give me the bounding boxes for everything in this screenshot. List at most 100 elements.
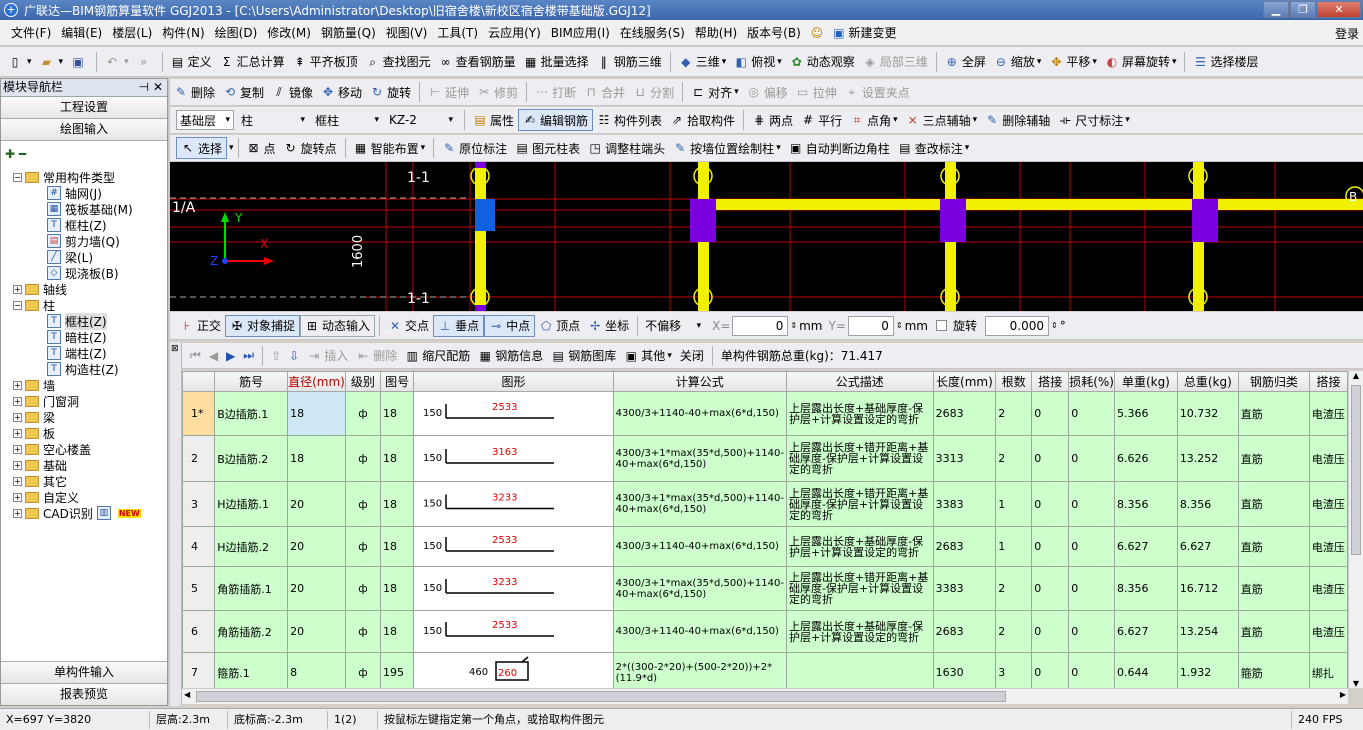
grid-horizontal-scrollbar[interactable]: ◀ ▶ xyxy=(182,688,1348,704)
cell-level[interactable]: ф xyxy=(344,526,381,567)
delete-aux-button[interactable]: ✎ 删除辅轴 xyxy=(981,109,1054,131)
cell-shape[interactable]: 150 3163 xyxy=(413,435,614,482)
tree-item-hidden-column[interactable]: T 暗柱(Z) xyxy=(47,329,107,345)
cell-description[interactable]: 上层露出长度+基础厚度-保护层+计算设置设定的弯折 xyxy=(785,391,934,436)
table-row[interactable]: 3 H边插筋.1 20 ф 18 150 3233 4300/3+1*max(35*d,500… xyxy=(182,481,1348,527)
cell-diameter[interactable]: 20 xyxy=(287,610,346,653)
column-kz-blue[interactable] xyxy=(475,199,495,231)
cell-shape[interactable]: 150 2533 xyxy=(413,391,614,436)
nav-close-icon[interactable]: ✕ xyxy=(153,80,163,94)
top-view-button[interactable]: ◧ 俯视 ▾ xyxy=(730,51,786,73)
x-input[interactable]: 0 xyxy=(732,315,789,336)
cell-formula[interactable]: 4300/3+1*max(35*d,500)+1140-40+max(6*d,1… xyxy=(612,481,787,527)
cell-level[interactable]: ф xyxy=(344,566,381,611)
cell-total-weight[interactable]: 6.627 xyxy=(1176,526,1239,567)
header-cell[interactable]: 钢筋归类 xyxy=(1237,371,1310,392)
collapse-all-icon[interactable]: ━ xyxy=(19,147,26,161)
project-settings-button[interactable]: 工程设置 xyxy=(1,97,167,119)
tree-node-hollow-floor[interactable]: + 空心楼盖 xyxy=(13,441,91,457)
split-button[interactable]: ⊔ 分割 xyxy=(629,81,678,103)
next-record-button[interactable]: ▶ xyxy=(222,345,239,367)
sum-button[interactable]: Σ 汇总计算 xyxy=(216,51,289,73)
table-row[interactable]: 1* B边插筋.1 18 ф 18 150 2533 4300/3+1140-40+max(6… xyxy=(182,391,1348,436)
collapse-icon[interactable]: − xyxy=(13,172,22,182)
ruler-rebar-button[interactable]: ▥ 缩尺配筋 xyxy=(401,345,474,367)
scroll-right-icon[interactable]: ▶ xyxy=(1340,690,1346,699)
ortho-toggle[interactable]: ⊦ 正交 xyxy=(176,315,225,337)
select-dropdown-icon[interactable]: ▾ xyxy=(229,143,234,153)
by-wall-button[interactable]: ✎ 按墙位置绘制柱 ▾ xyxy=(669,137,785,159)
undo-button[interactable]: ↶ ▾ xyxy=(101,51,133,73)
menu-modify[interactable]: 修改(M) xyxy=(262,24,316,41)
column-purple-2[interactable] xyxy=(940,199,966,242)
pan-button[interactable]: ✥ 平移 ▾ xyxy=(1045,51,1101,73)
tree-item-axisnet[interactable]: # 轴网(J) xyxy=(47,185,102,201)
cell-total-weight[interactable]: 16.712 xyxy=(1176,566,1239,611)
cell-category[interactable]: 直筋 xyxy=(1237,610,1310,653)
cell-lap-type[interactable]: 电渣压 xyxy=(1308,391,1348,436)
open-file-button[interactable]: ▰ ▾ xyxy=(36,51,68,73)
scroll-down-icon[interactable]: ▼ xyxy=(1349,679,1363,688)
tree-item-kz-selected[interactable]: T 框柱(Z) xyxy=(47,312,107,330)
intersect-snap[interactable]: ✕ 交点 xyxy=(384,315,433,337)
dimension-button[interactable]: ⟛ 尺寸标注 ▾ xyxy=(1054,109,1134,131)
cell-description[interactable]: 上层露出长度+基础厚度-保护层+计算设置设定的弯折 xyxy=(785,526,934,567)
edit-rebar-button[interactable]: ✍ 编辑钢筋 xyxy=(518,109,594,131)
local-3d-button[interactable]: ◈ 局部三维 xyxy=(859,51,932,73)
header-cell[interactable]: 级别 xyxy=(344,371,381,392)
cell-lap-type[interactable]: 绑扎 xyxy=(1308,652,1348,688)
comp-type-select[interactable]: 柱 ▾ xyxy=(238,110,308,130)
row-number[interactable]: 4 xyxy=(182,526,216,567)
expand-icon[interactable]: + xyxy=(13,412,22,422)
rotate-spin-icon[interactable]: ⇕ xyxy=(1051,321,1058,330)
cell-count[interactable]: 1 xyxy=(995,481,1033,527)
cell-formula[interactable]: 4300/3+1140-40+max(6*d,150) xyxy=(612,610,787,653)
horizontal-scroll-thumb[interactable] xyxy=(196,691,1006,702)
expand-icon[interactable]: + xyxy=(13,476,22,486)
cell-lap[interactable]: 0 xyxy=(1031,652,1070,688)
rotate-screen-button[interactable]: ◐ 屏幕旋转 ▾ xyxy=(1101,51,1181,73)
find-button[interactable]: ⌕ 查找图元 xyxy=(362,51,435,73)
header-cell[interactable]: 公式描述 xyxy=(785,371,934,392)
login-link[interactable]: 登录 xyxy=(1335,25,1359,42)
comp-list-button[interactable]: ☷ 构件列表 xyxy=(593,109,666,131)
cell-total-weight[interactable]: 13.254 xyxy=(1176,610,1239,653)
select-floor-button[interactable]: ☰ 选择楼层 xyxy=(1189,51,1262,73)
minimize-button[interactable]: ▁ xyxy=(1263,1,1289,18)
menu-file[interactable]: 文件(F) xyxy=(6,24,56,41)
cell-unit-weight[interactable]: 8.356 xyxy=(1114,566,1178,611)
move-button[interactable]: ✥ 移动 xyxy=(317,81,366,103)
cell-length[interactable]: 3383 xyxy=(932,481,997,527)
y-spin-icon[interactable]: ⇕ xyxy=(896,321,903,330)
column-purple-3[interactable] xyxy=(1192,199,1218,242)
merge-button[interactable]: ⊓ 合并 xyxy=(580,81,629,103)
cell-formula[interactable]: 4300/3+1140-40+max(6*d,150) xyxy=(612,526,787,567)
collapse-icon[interactable]: − xyxy=(13,300,22,310)
draw-input-button[interactable]: 绘图输入 xyxy=(1,119,167,141)
cell-lap-type[interactable]: 电渣压 xyxy=(1308,526,1348,567)
table-row[interactable]: 2 B边插筋.2 18 ф 18 150 3163 4300/3+1*max(35*d,500… xyxy=(182,435,1348,482)
header-cell[interactable]: 损耗(%) xyxy=(1068,371,1115,392)
cell-loss[interactable]: 0 xyxy=(1068,391,1115,436)
tree-node-custom[interactable]: + 自定义 xyxy=(13,489,79,505)
cell-loss[interactable]: 0 xyxy=(1068,481,1115,527)
expand-icon[interactable]: + xyxy=(13,380,22,390)
cell-name[interactable]: 箍筋.1 xyxy=(214,652,289,688)
cell-diameter[interactable]: 20 xyxy=(287,481,346,527)
two-point-button[interactable]: ⋕ 两点 xyxy=(748,109,797,131)
menu-help[interactable]: 帮助(H) xyxy=(690,24,742,41)
scroll-up-icon[interactable]: ▲ xyxy=(1349,371,1363,380)
user-icon[interactable]: ☺ xyxy=(806,26,829,40)
cell-description[interactable]: 上层露出长度+基础厚度-保护层+计算设置设定的弯折 xyxy=(785,610,934,653)
cell-loss[interactable]: 0 xyxy=(1068,652,1115,688)
header-cell[interactable]: 计算公式 xyxy=(612,371,787,392)
header-cell[interactable]: 搭接 xyxy=(1308,371,1348,392)
cell-diameter[interactable]: 18 xyxy=(287,435,346,482)
tree-item-slab[interactable]: ◇ 现浇板(B) xyxy=(47,265,119,281)
cell-figure-no[interactable]: 18 xyxy=(379,435,415,482)
insert-row-button[interactable]: ⇥ 插入 xyxy=(303,345,352,367)
break-button[interactable]: ⋯ 打断 xyxy=(531,81,580,103)
cell-total-weight[interactable]: 13.252 xyxy=(1176,435,1239,482)
header-cell[interactable]: 根数 xyxy=(995,371,1033,392)
cell-count[interactable]: 2 xyxy=(995,391,1033,436)
